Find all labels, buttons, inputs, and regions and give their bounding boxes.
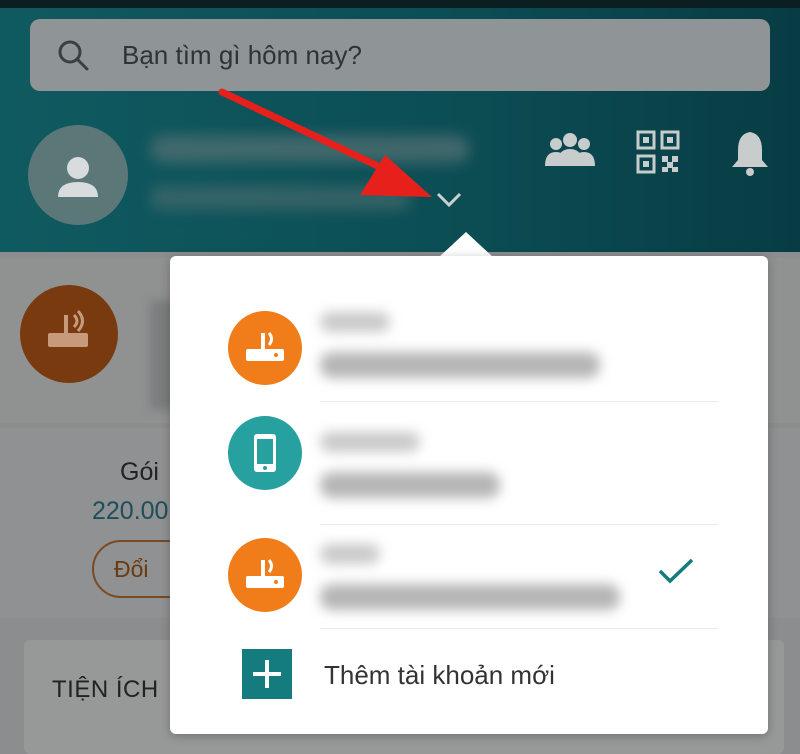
change-package-label: Đổi xyxy=(114,556,149,582)
account-id-blurred xyxy=(320,352,600,378)
add-account-label[interactable]: Thêm tài khoản mới xyxy=(324,660,555,691)
account-number-blurred xyxy=(150,186,410,210)
search-icon[interactable] xyxy=(56,38,92,74)
status-bar-edge xyxy=(0,0,800,8)
router-wifi-icon xyxy=(228,311,302,385)
plus-icon[interactable] xyxy=(242,649,292,699)
account-label-blurred xyxy=(320,432,420,452)
avatar[interactable] xyxy=(28,125,128,225)
bell-icon[interactable] xyxy=(720,122,780,182)
divider xyxy=(320,628,718,629)
person-icon xyxy=(58,157,98,197)
package-label: Gói xyxy=(120,458,159,486)
account-label-blurred xyxy=(320,312,390,332)
search-input[interactable]: Bạn tìm gì hôm nay? xyxy=(122,40,362,71)
account-switcher-menu: Thêm tài khoản mới xyxy=(170,256,768,734)
popup-pointer xyxy=(438,232,494,258)
account-item[interactable] xyxy=(170,396,768,516)
smartphone-icon xyxy=(228,416,302,490)
utilities-heading: TIỆN ÍCH xyxy=(52,676,159,703)
account-item[interactable] xyxy=(170,276,768,396)
router-wifi-icon xyxy=(228,538,302,612)
account-label-blurred xyxy=(320,544,380,564)
router-wifi-icon xyxy=(20,285,118,383)
account-id-blurred xyxy=(320,472,500,498)
package-price: 220.00 xyxy=(92,497,169,525)
account-id-blurred xyxy=(320,584,620,610)
checkmark-icon xyxy=(658,558,694,584)
group-icon[interactable] xyxy=(540,122,600,182)
chevron-down-icon[interactable] xyxy=(434,188,464,212)
qr-code-icon[interactable] xyxy=(628,122,688,182)
account-name-blurred xyxy=(150,135,470,163)
